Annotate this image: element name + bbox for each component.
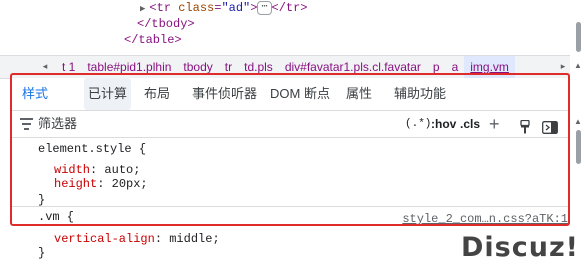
- collapsed-content-ellipsis[interactable]: ⋯: [257, 0, 272, 15]
- tab-layout[interactable]: 布局: [140, 78, 174, 110]
- breadcrumb-item[interactable]: table#pid1.plhin: [81, 56, 177, 78]
- breadcrumb: ◂ t 1 table#pid1.plhin tbody tr td.pls div#fa…: [0, 55, 570, 79]
- expand-triangle-icon[interactable]: ▶: [140, 4, 145, 14]
- tab-event-listeners[interactable]: 事件侦听器: [188, 78, 261, 110]
- new-style-rule-button[interactable]: +: [489, 111, 500, 137]
- tab-properties[interactable]: 属性: [342, 78, 376, 110]
- breadcrumb-item[interactable]: tr: [219, 56, 238, 78]
- vm-rule-close-brace: }: [38, 246, 46, 260]
- tab-computed[interactable]: 已计算: [84, 78, 132, 110]
- breadcrumb-item[interactable]: td.pls: [238, 56, 279, 78]
- breadcrumb-item[interactable]: p: [427, 56, 446, 78]
- css-property-height[interactable]: height: 20px;: [54, 176, 148, 192]
- tree-node-tr-ad[interactable]: ▶ <tr class="ad"> ⋯ </tr>: [140, 0, 308, 16]
- toggle-sidebar-icon[interactable]: [542, 117, 558, 134]
- styles-toolbar: 筛选器 (.*) :hov .cls +: [12, 111, 568, 138]
- css-property-vertical-align[interactable]: vertical-align: middle;: [54, 231, 220, 247]
- styles-tabbar: 样式 已计算 布局 事件侦听器 DOM 断点 属性 辅助功能: [12, 78, 568, 111]
- element-style-selector[interactable]: element.style {: [38, 141, 146, 157]
- tree-node-tbody-close[interactable]: </tbody>: [137, 16, 195, 32]
- toggle-format-button[interactable]: (.*): [405, 111, 431, 137]
- tag-open-bracket: <: [149, 1, 157, 15]
- filter-input[interactable]: 筛选器: [38, 111, 77, 137]
- hov-button[interactable]: :hov: [431, 111, 456, 137]
- breadcrumb-scroll-left-icon[interactable]: ◂: [38, 59, 52, 73]
- scroll-up-arrow-icon[interactable]: ▲: [574, 62, 582, 70]
- breadcrumb-item[interactable]: div#favatar1.pls.cl.favatar: [279, 56, 427, 78]
- tab-styles[interactable]: 样式: [18, 78, 52, 110]
- color-format-brush-icon[interactable]: [519, 117, 531, 134]
- tree-scrollbar-thumb[interactable]: [576, 22, 581, 52]
- tag-end: </tr>: [271, 1, 308, 15]
- breadcrumb-item[interactable]: img.vm: [464, 56, 515, 78]
- breadcrumb-items: t 1 table#pid1.plhin tbody tr td.pls div#fava…: [56, 56, 515, 78]
- styles-scroll-up-arrow-icon[interactable]: ▲: [574, 118, 582, 126]
- elements-tree: ▶ <tr class="ad"> ⋯ </tr> </tbody> </table>: [0, 0, 570, 54]
- vm-rule-selector[interactable]: .vm {: [38, 209, 74, 225]
- vm-rule-source-link[interactable]: style_2_com…n.css?aTK:1: [402, 212, 568, 226]
- tab-dom-breakpoints[interactable]: DOM 断点: [266, 78, 334, 110]
- tree-node-table-close[interactable]: </table>: [124, 32, 182, 48]
- tag-close-bracket: >: [250, 1, 258, 15]
- breadcrumb-item[interactable]: t 1: [56, 56, 81, 78]
- breadcrumb-item[interactable]: tbody: [177, 56, 218, 78]
- attr-value: "ad": [221, 1, 251, 15]
- tab-accessibility[interactable]: 辅助功能: [390, 78, 450, 110]
- discuz-watermark: Discuz!: [461, 226, 585, 269]
- rule-divider: [12, 206, 568, 207]
- breadcrumb-item[interactable]: a: [446, 56, 465, 78]
- styles-scrollbar-thumb[interactable]: [576, 130, 581, 164]
- breadcrumb-scroll-right-icon[interactable]: ▸: [556, 59, 570, 73]
- filter-icon: [20, 118, 33, 130]
- tag-name: tr: [156, 1, 172, 15]
- cls-button[interactable]: .cls: [460, 111, 480, 137]
- attr-name: class: [178, 1, 215, 15]
